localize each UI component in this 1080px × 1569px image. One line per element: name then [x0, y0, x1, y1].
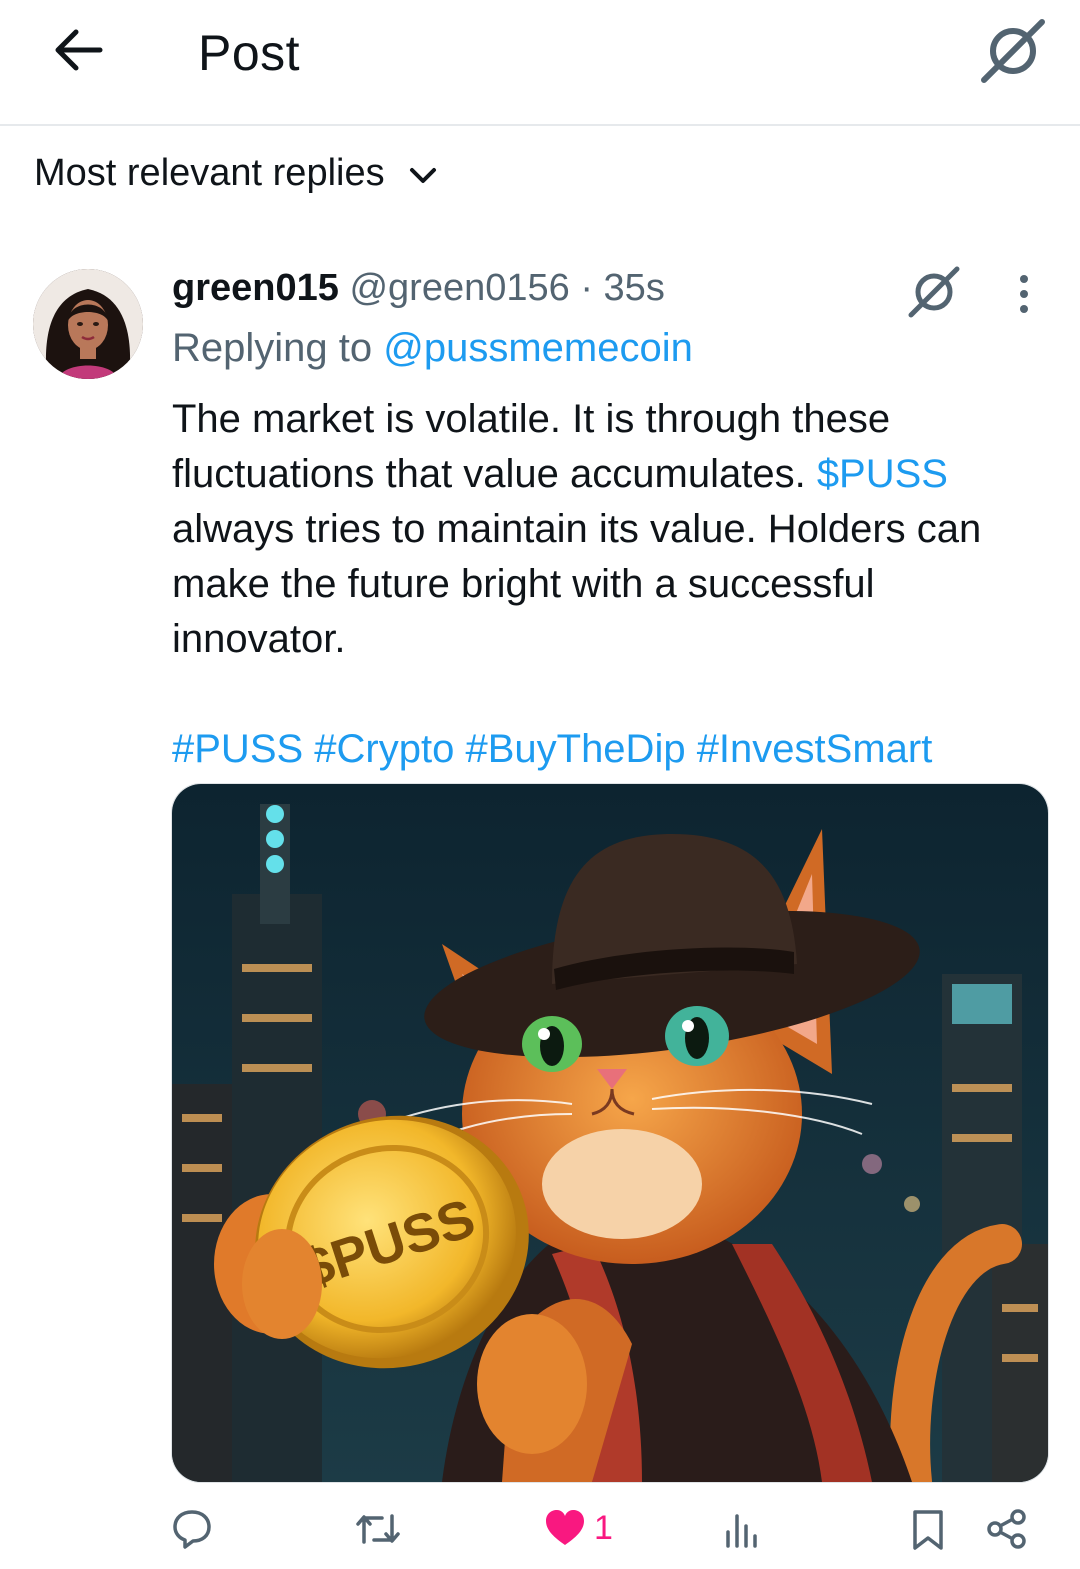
replying-to: Replying to @pussmemecoin	[172, 316, 1052, 380]
post-text-part1: The market is volatile. It is through th…	[172, 397, 891, 496]
repost-icon	[356, 1514, 400, 1544]
comment-icon	[173, 1510, 211, 1549]
more-dot	[1020, 290, 1028, 298]
reply-post[interactable]: green015 @green0156 · 35s Replying to @p…	[172, 260, 1052, 777]
bookmark-icon	[913, 1510, 943, 1550]
like-count: 1	[594, 1508, 613, 1547]
post-text: The market is volatile. It is through th…	[172, 392, 1032, 667]
hashtags[interactable]: #PUSS #Crypto #BuyTheDip #InvestSmart	[172, 722, 1052, 777]
views-button[interactable]	[722, 1508, 762, 1550]
reply-button[interactable]	[171, 1508, 213, 1550]
repost-button[interactable]	[354, 1508, 402, 1550]
cat-coin-illustration: $PUSS	[172, 784, 1048, 1482]
user-handle[interactable]: @green0156	[349, 267, 569, 309]
grok-icon	[981, 19, 1045, 83]
avatar[interactable]	[33, 269, 143, 379]
like-button[interactable]: 1	[544, 1508, 613, 1548]
back-button[interactable]	[48, 22, 108, 78]
more-dot	[1020, 305, 1028, 313]
action-bar: 1	[0, 1500, 1080, 1560]
page-title: Post	[198, 25, 301, 81]
grok-explain-button[interactable]	[906, 264, 962, 320]
more-dot	[1020, 275, 1028, 283]
top-bar: Post	[0, 0, 1080, 126]
share-button[interactable]	[986, 1508, 1028, 1550]
meta-separator: ·	[569, 267, 604, 309]
more-options-button[interactable]	[1004, 268, 1044, 320]
post-image[interactable]: $PUSS	[171, 783, 1049, 1483]
grok-button[interactable]	[978, 16, 1048, 86]
chevron-down-icon	[409, 167, 436, 183]
bookmark-button[interactable]	[910, 1508, 946, 1552]
display-name[interactable]: green015	[172, 267, 339, 309]
arrow-left-icon	[55, 29, 103, 71]
sort-label: Most relevant replies	[34, 152, 385, 194]
reply-sort-selector[interactable]: Most relevant replies	[34, 152, 439, 195]
post-text-part2: always tries to maintain its value. Hold…	[172, 507, 982, 661]
share-icon	[987, 1509, 1026, 1549]
cashtag-link[interactable]: $PUSS	[817, 452, 948, 496]
heart-icon	[546, 1510, 584, 1545]
replying-to-link[interactable]: @pussmemecoin	[383, 326, 693, 370]
views-icon	[726, 1514, 757, 1548]
avatar-image	[33, 269, 143, 379]
grok-icon	[908, 266, 960, 318]
replying-prefix: Replying to	[172, 326, 384, 370]
post-time[interactable]: 35s	[604, 267, 665, 309]
